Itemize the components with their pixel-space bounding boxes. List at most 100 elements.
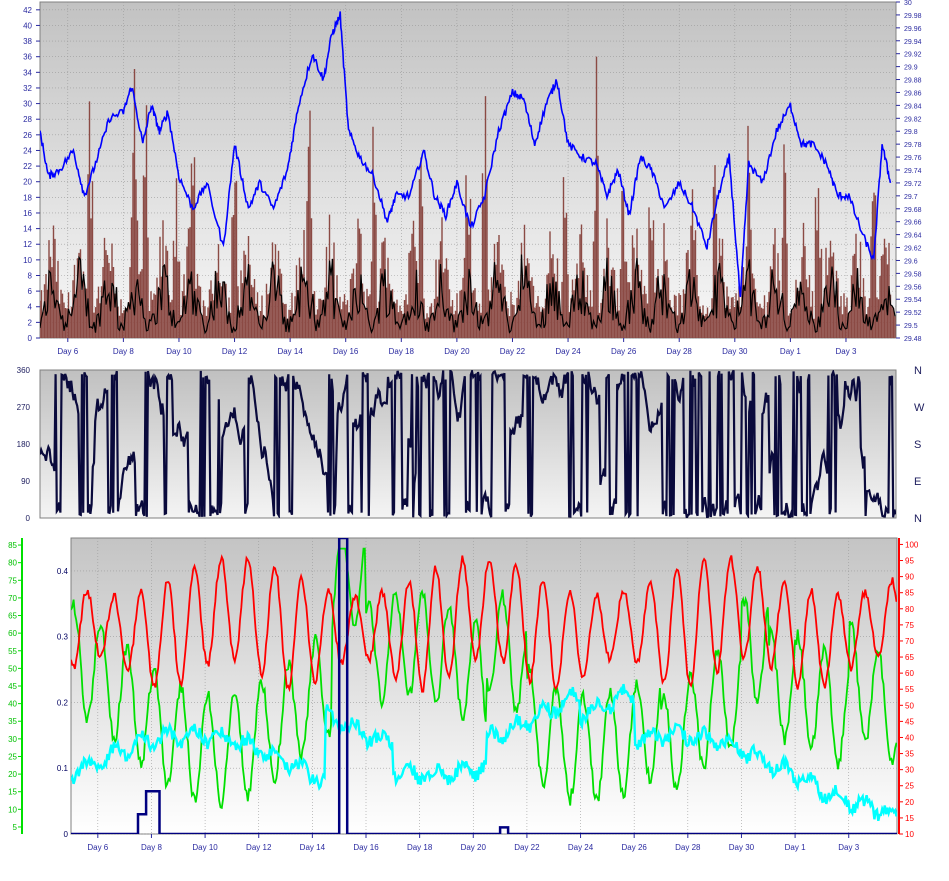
direction-y-tick-label: 180: [17, 440, 31, 449]
green-y-tick-label: 35: [8, 717, 17, 726]
green-y-tick-label: 70: [8, 594, 17, 603]
wind-y-tick-label: 36: [23, 53, 32, 62]
green-y-tick-label: 55: [8, 647, 17, 656]
wind-y-tick-label: 6: [28, 287, 33, 296]
wind-x-axis: Day 6 Day 8 Day 10 Day 12 Day 14 Day 16 Day 18…: [57, 338, 857, 356]
pressure-y-tick-label: 29.9: [904, 65, 918, 72]
green-y-tick-label: 25: [8, 752, 17, 761]
green-y-tick-label: 60: [8, 629, 17, 638]
wind-y-tick-label: 16: [23, 209, 32, 218]
green-y-tick-label: 50: [8, 664, 17, 673]
temp-y-tick-label: 10: [905, 830, 914, 839]
pressure-y-tick-label: 29.94: [904, 39, 922, 46]
wind-y-tick-label: 2: [28, 318, 33, 327]
green-y-tick-label: 5: [13, 823, 18, 832]
pressure-y-tick-label: 29.5: [904, 323, 918, 330]
wind-y-tick-label: 24: [23, 146, 32, 155]
green-y-tick-label: 15: [8, 788, 17, 797]
pressure-y-tick-label: 29.78: [904, 142, 922, 149]
green-y-tick-label: 80: [8, 559, 17, 568]
rain-y-tick-label: 0.1: [57, 764, 69, 773]
temp-x-tick-label: Day 16: [353, 843, 379, 852]
pressure-y-tick-label: 29.88: [904, 78, 922, 85]
wind-x-tick-label: Day 6: [57, 347, 78, 356]
wind-y-tick-label: 18: [23, 193, 32, 202]
direction-y-tick-label: 0: [26, 514, 31, 523]
temp-y-tick-label: 40: [905, 733, 914, 742]
rain-y-tick-label: 0: [64, 830, 69, 839]
wind-y-tick-label: 26: [23, 131, 32, 140]
wind-x-tick-label: Day 26: [611, 347, 637, 356]
wind-y-tick-label: 8: [28, 271, 33, 280]
temp-x-tick-label: Day 6: [87, 843, 108, 852]
temp-y-tick-label: 80: [905, 605, 914, 614]
temp-x-tick-label: Day 3: [838, 843, 859, 852]
rain-y-tick-label: 0.2: [57, 698, 69, 707]
pressure-y-tick-label: 29.92: [904, 52, 922, 59]
wind-left-axis: 024681012141618202224262830323436384042: [23, 6, 40, 343]
temp-x-tick-label: Day 20: [461, 843, 487, 852]
temp-x-tick-label: Day 22: [514, 843, 540, 852]
temp-right-axis: 10 15 20 25 30 35 40 45 50 55 60 65 70 75 80 85 90 95 100: [898, 538, 919, 839]
pressure-right-axis: 29.48 29.5 29.52 29.54 29.56 29.58 29.6 29.62 29…: [896, 0, 922, 343]
rain-inner-left-axis: 0 0.1 0.2 0.3 0.4: [57, 567, 69, 839]
temp-y-tick-label: 45: [905, 717, 914, 726]
wind-y-tick-label: 14: [23, 225, 32, 234]
direction-y-tick-label: 360: [17, 366, 31, 375]
compass-label: W: [914, 402, 925, 414]
temp-x-tick-label: Day 12: [246, 843, 272, 852]
weather-charts: 024681012141618202224262830323436384042 …: [8, 0, 925, 852]
wind-panel: 024681012141618202224262830323436384042 …: [23, 0, 922, 356]
temp-y-tick-label: 100: [905, 540, 919, 549]
pressure-y-tick-label: 29.58: [904, 271, 922, 278]
wind-y-tick-label: 34: [23, 68, 32, 77]
rain-y-tick-label: 0.3: [57, 633, 69, 642]
wind-x-tick-label: Day 18: [389, 347, 415, 356]
temp-x-tick-label: Day 10: [192, 843, 218, 852]
wind-x-tick-label: Day 1: [780, 347, 801, 356]
pressure-y-tick-label: 29.48: [904, 336, 922, 343]
pressure-y-tick-label: 29.56: [904, 284, 922, 291]
compass-label: E: [914, 476, 921, 488]
pressure-y-tick-label: 29.72: [904, 181, 922, 188]
temp-y-tick-label: 15: [905, 814, 914, 823]
wind-x-tick-label: Day 8: [113, 347, 134, 356]
green-y-tick-label: 85: [8, 541, 17, 550]
wind-y-tick-label: 42: [23, 6, 32, 15]
temp-x-tick-label: Day 26: [622, 843, 648, 852]
green-outer-left-axis: 5 10 15 20 25 30 35 40 45 50 55 60 65 70 75 80 85: [8, 538, 23, 834]
pressure-y-tick-label: 30: [904, 0, 912, 7]
pressure-y-tick-label: 29.62: [904, 246, 922, 253]
wind-x-tick-label: Day 24: [555, 347, 581, 356]
wind-x-tick-label: Day 16: [333, 347, 359, 356]
pressure-y-tick-label: 29.68: [904, 207, 922, 214]
green-y-tick-label: 75: [8, 576, 17, 585]
pressure-y-tick-label: 29.76: [904, 155, 922, 162]
wind-y-tick-label: 40: [23, 21, 32, 30]
temp-y-tick-label: 55: [905, 685, 914, 694]
temp-y-tick-label: 70: [905, 637, 914, 646]
green-y-tick-label: 30: [8, 735, 17, 744]
wind-y-tick-label: 20: [23, 178, 32, 187]
temp-y-tick-label: 75: [905, 621, 914, 630]
green-y-tick-label: 20: [8, 770, 17, 779]
wind-x-tick-label: Day 28: [667, 347, 693, 356]
direction-y-tick-label: 270: [17, 403, 31, 412]
pressure-y-tick-label: 29.86: [904, 90, 922, 97]
temp-y-tick-label: 25: [905, 782, 914, 791]
wind-y-tick-label: 30: [23, 100, 32, 109]
wind-x-tick-label: Day 3: [836, 347, 857, 356]
temp-panel: 5 10 15 20 25 30 35 40 45 50 55 60 65 70 75 80 85 0 0.1 0.…: [8, 537, 919, 852]
wind-y-tick-label: 0: [28, 334, 33, 343]
temp-x-tick-label: Day 30: [729, 843, 755, 852]
wind-x-tick-label: Day 12: [222, 347, 248, 356]
wind-y-tick-label: 10: [23, 256, 32, 265]
wind-y-tick-label: 28: [23, 115, 32, 124]
pressure-y-tick-label: 29.74: [904, 168, 922, 175]
temp-y-tick-label: 50: [905, 701, 914, 710]
temp-y-tick-label: 30: [905, 766, 914, 775]
green-y-tick-label: 40: [8, 700, 17, 709]
temp-y-tick-label: 90: [905, 573, 914, 582]
temp-x-axis: Day 6 Day 8 Day 10 Day 12 Day 14 Day 16 Day 18…: [87, 834, 860, 852]
direction-plot-area: [39, 369, 897, 519]
